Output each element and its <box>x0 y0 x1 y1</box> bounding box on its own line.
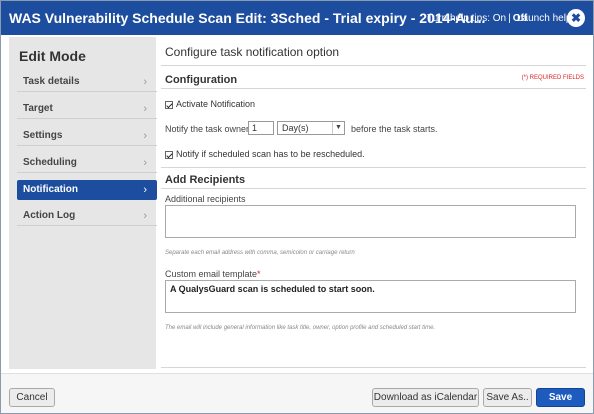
chevron-right-icon: › <box>143 210 147 222</box>
required-fields-note: (*) REQUIRED FIELDS <box>521 75 584 81</box>
custom-template-label: Custom email template* <box>165 269 261 279</box>
save-as-button[interactable]: Save As.. <box>483 388 532 407</box>
recipients-hint: Separate each email address with comma, … <box>165 250 355 256</box>
divider <box>161 65 586 66</box>
sidebar-item-label: Scheduling <box>23 157 77 168</box>
template-hint: The email will include general informati… <box>165 325 436 331</box>
notify-unit-value: Day(s) <box>282 123 309 133</box>
chevron-right-icon: › <box>143 130 147 142</box>
add-recipients-heading: Add Recipients <box>165 174 246 186</box>
sidebar-item-scheduling[interactable]: Scheduling › <box>17 153 157 173</box>
dialog-title: WAS Vulnerability Schedule Scan Edit: 3S… <box>9 10 486 26</box>
save-button[interactable]: Save <box>536 388 585 407</box>
help-tips-separator: | <box>508 13 511 24</box>
configuration-heading: Configuration <box>165 74 238 86</box>
title-bar: WAS Vulnerability Schedule Scan Edit: 3S… <box>1 1 593 35</box>
chevron-right-icon: › <box>143 76 147 88</box>
sidebar-item-notification[interactable]: Notification › <box>17 180 157 200</box>
help-tips-toggle: Turn help tips: On | Off <box>427 13 527 24</box>
help-tips-on-link[interactable]: On <box>493 13 506 24</box>
launch-help-link[interactable]: Launch help <box>517 13 572 24</box>
activate-notification-row: Activate Notification <box>165 99 255 109</box>
close-icon[interactable]: ✖ <box>567 9 585 27</box>
activate-notification-label: Activate Notification <box>176 99 256 109</box>
cancel-button[interactable]: Cancel <box>9 388 55 407</box>
help-tips-label: Turn help tips: <box>427 13 490 24</box>
reschedule-notify-checkbox[interactable] <box>165 150 173 159</box>
sidebar-item-label: Settings <box>23 130 63 141</box>
divider <box>161 367 586 368</box>
sidebar-heading: Edit Mode <box>19 48 86 64</box>
before-task-label: before the task starts. <box>351 124 438 134</box>
chevron-down-icon: ▼ <box>332 122 344 134</box>
schedule-scan-edit-dialog: WAS Vulnerability Schedule Scan Edit: 3S… <box>0 0 594 414</box>
notify-owner-label: Notify the task owner <box>165 124 250 134</box>
additional-recipients-textarea[interactable] <box>165 205 576 238</box>
sidebar-item-label: Target <box>23 103 53 114</box>
sidebar-item-label: Task details <box>23 76 80 87</box>
notify-days-input[interactable]: 1 <box>248 121 274 135</box>
activate-notification-checkbox[interactable] <box>165 100 173 109</box>
download-icalendar-button[interactable]: Download as iCalendar <box>372 388 479 407</box>
dialog-footer: Cancel Download as iCalendar Save As.. S… <box>1 373 593 413</box>
sidebar-item-label: Notification <box>23 184 78 195</box>
sidebar-item-task-details[interactable]: Task details › <box>17 72 157 92</box>
main-content: Configure task notification option Confi… <box>161 37 586 369</box>
chevron-right-icon: › <box>143 157 147 169</box>
custom-template-textarea[interactable]: A QualysGuard scan is scheduled to start… <box>165 280 576 313</box>
divider <box>161 167 586 168</box>
custom-template-label-text: Custom email template <box>165 269 258 279</box>
page-title: Configure task notification option <box>165 45 340 59</box>
sidebar: Edit Mode Task details › Target › Settin… <box>9 37 157 369</box>
sidebar-item-action-log[interactable]: Action Log › <box>17 206 157 226</box>
divider <box>161 88 586 89</box>
chevron-right-icon: › <box>143 184 147 196</box>
sidebar-item-label: Action Log <box>23 210 76 221</box>
reschedule-notify-label: Notify if scheduled scan has to be resch… <box>176 149 365 159</box>
additional-recipients-label: Additional recipients <box>165 194 246 204</box>
chevron-right-icon: › <box>143 103 147 115</box>
sidebar-item-target[interactable]: Target › <box>17 99 157 119</box>
divider <box>161 188 586 189</box>
reschedule-row: Notify if scheduled scan has to be resch… <box>165 149 365 159</box>
required-asterisk: * <box>257 269 261 279</box>
sidebar-item-settings[interactable]: Settings › <box>17 126 157 146</box>
notify-unit-select[interactable]: Day(s) ▼ <box>277 121 345 135</box>
